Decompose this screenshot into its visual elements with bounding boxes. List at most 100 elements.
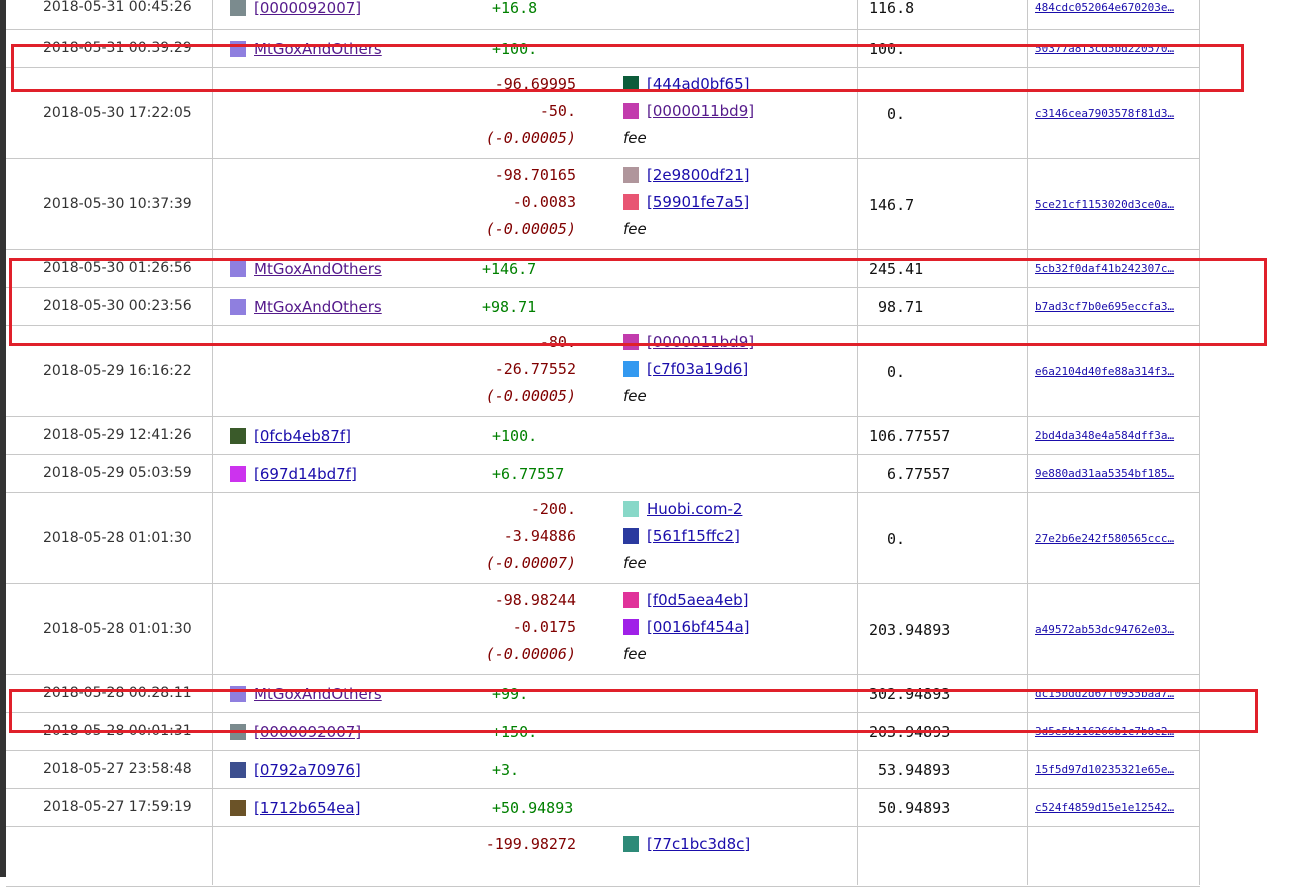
output-wallet-name[interactable]: [f0d5aea4eb] — [647, 591, 749, 609]
balance-value: 50.94893 — [878, 799, 951, 817]
wallet-link[interactable]: [0fcb4eb87f] — [230, 427, 351, 445]
output-wallet-link[interactable]: [0000011bd9] — [623, 333, 754, 351]
output-wallet-name[interactable]: [0000011bd9] — [647, 333, 754, 351]
table-row: 2018-05-28 01:01:30 -98.98244 [f0d5aea4eb]… — [6, 584, 1200, 675]
txid-link[interactable]: 50377a8f3cd5bd220570… — [1035, 42, 1174, 55]
tx-date: 2018-05-27 23:58:48 — [43, 761, 192, 777]
output-wallet-link[interactable]: [2e9800df21] — [623, 166, 750, 184]
wallet-name[interactable]: [0792a70976] — [254, 761, 361, 779]
tx-date: 2018-05-29 12:41:26 — [43, 427, 192, 443]
wallet-color-icon — [623, 103, 639, 119]
txid-link[interactable]: 2bd4da348e4a584dff3a… — [1035, 429, 1174, 442]
txid-link[interactable]: 5ce21cf1153020d3ce0a… — [1035, 198, 1174, 211]
wallet-link[interactable]: [1712b654ea] — [230, 799, 360, 817]
output-wallet-link[interactable]: [77c1bc3d8c] — [623, 835, 750, 853]
wallet-color-icon — [623, 76, 639, 92]
table-row: 2018-05-29 05:03:59 [697d14bd7f] +6.77557 6… — [6, 455, 1200, 493]
output-amount: -200. — [530, 500, 576, 518]
wallet-link[interactable]: [697d14bd7f] — [230, 465, 357, 483]
wallet-link[interactable]: MtGoxAndOthers — [230, 685, 382, 703]
tx-date: 2018-05-30 01:26:56 — [43, 260, 192, 276]
wallet-name[interactable]: [1712b654ea] — [254, 799, 360, 817]
wallet-link[interactable]: MtGoxAndOthers — [230, 40, 382, 58]
output-amount: -98.70165 — [494, 166, 576, 184]
tx-date: 2018-05-30 10:37:39 — [43, 195, 192, 212]
wallet-color-icon — [230, 428, 246, 444]
txid-link[interactable]: 9e880ad31aa5354bf185… — [1035, 467, 1174, 480]
balance-value: 0. — [887, 362, 906, 381]
wallet-name[interactable]: MtGoxAndOthers — [254, 260, 382, 278]
wallet-link[interactable]: [0792a70976] — [230, 761, 361, 779]
output-wallet-name[interactable]: [2e9800df21] — [647, 166, 750, 184]
output-wallet-link[interactable]: [561f15ffc2] — [623, 527, 740, 545]
wallet-link[interactable]: MtGoxAndOthers — [230, 260, 382, 278]
txid-link[interactable]: e6a2104d40fe88a314f3… — [1035, 365, 1174, 378]
wallet-color-icon — [230, 724, 246, 740]
balance-value: 53.94893 — [878, 761, 951, 779]
output-wallet-link[interactable]: [f0d5aea4eb] — [623, 591, 749, 609]
txid-link[interactable]: b7ad3cf7b0e695eccfa3… — [1035, 300, 1174, 313]
wallet-color-icon — [230, 686, 246, 702]
output-wallet-link[interactable]: [444ad0bf65] — [623, 75, 749, 93]
wallet-name[interactable]: MtGoxAndOthers — [254, 298, 382, 316]
txid-link[interactable]: a49572ab53dc94762e03… — [1035, 623, 1174, 636]
txid-link[interactable]: dc15bdd2d67f0935baa7… — [1035, 687, 1174, 700]
output-wallet-name[interactable]: [444ad0bf65] — [647, 75, 749, 93]
wallet-link[interactable]: [0000092007] — [230, 723, 361, 741]
output-wallet-link[interactable]: [0016bf454a] — [623, 618, 750, 636]
output-wallet-name[interactable]: [561f15ffc2] — [647, 527, 740, 545]
wallet-name[interactable]: [0000092007] — [254, 0, 361, 17]
txid-link[interactable]: 5cb32f0daf41b242307c… — [1035, 262, 1174, 275]
fee-label: fee — [623, 554, 647, 572]
output-amount: -80. — [539, 333, 576, 351]
output-wallet-name[interactable]: [c7f03a19d6] — [647, 360, 748, 378]
tx-date: 2018-05-29 16:16:22 — [43, 362, 192, 379]
output-wallet-name[interactable]: [0016bf454a] — [647, 618, 750, 636]
wallet-name[interactable]: [0000092007] — [254, 723, 361, 741]
output-amount: -0.0083 — [512, 193, 576, 211]
tx-amount: +146.7 — [482, 260, 537, 278]
tx-date: 2018-05-28 01:01:30 — [43, 529, 192, 546]
output-wallet-name[interactable]: [59901fe7a5] — [647, 193, 749, 211]
fee-amount: (-0.00005) — [485, 220, 576, 238]
tx-amount: +6.77557 — [492, 465, 565, 483]
tx-amount: +16.8 — [492, 0, 538, 17]
txid-link[interactable]: c524f4859d15e1e12542… — [1035, 801, 1174, 814]
fee-amount: (-0.00005) — [485, 129, 576, 147]
transactions-table: 2018-05-31 00:45:26 [0000092007] +16.8 116.… — [6, 0, 1200, 887]
wallet-name[interactable]: [697d14bd7f] — [254, 465, 357, 483]
wallet-name[interactable]: MtGoxAndOthers — [254, 40, 382, 58]
tx-date: 2018-05-31 00:39:29 — [43, 40, 192, 56]
output-wallet-link[interactable]: Huobi.com-2 — [623, 500, 742, 518]
output-wallet-link[interactable]: [c7f03a19d6] — [623, 360, 748, 378]
output-wallet-name[interactable]: Huobi.com-2 — [647, 500, 742, 518]
output-amount: -0.0175 — [512, 618, 576, 636]
table-row: 2018-05-30 00:23:56 MtGoxAndOthers +98.71 9… — [6, 288, 1200, 326]
table-row: 2018-05-29 12:41:26 [0fcb4eb87f] +100. 106.… — [6, 417, 1200, 455]
output-amount: -50. — [539, 102, 576, 120]
txid-link[interactable]: c3146cea7903578f81d3… — [1035, 107, 1174, 120]
table-row: 2018-05-31 00:39:29 MtGoxAndOthers +100. 10… — [6, 30, 1200, 68]
output-wallet-link[interactable]: [0000011bd9] — [623, 102, 754, 120]
table-row: 2018-05-27 23:58:48 [0792a70976] +3. 53.948… — [6, 751, 1200, 789]
balance-value: 146.7 — [869, 195, 915, 214]
wallet-link[interactable]: MtGoxAndOthers — [230, 298, 382, 316]
txid-link[interactable]: 27e2b6e242f580565ccc… — [1035, 532, 1174, 545]
wallet-name[interactable]: MtGoxAndOthers — [254, 685, 382, 703]
wallet-name[interactable]: [0fcb4eb87f] — [254, 427, 351, 445]
fee-amount: (-0.00006) — [485, 645, 576, 663]
output-wallet-name[interactable]: [77c1bc3d8c] — [647, 835, 750, 853]
txid-link[interactable]: 484cdc052064e670203e… — [1035, 1, 1174, 14]
wallet-color-icon — [230, 0, 246, 16]
txid-link[interactable]: 3d5e5b116266b1c7b8c2… — [1035, 725, 1174, 738]
table-row: 2018-05-28 00:01:31 [0000092007] +150. 203.… — [6, 713, 1200, 751]
fee-amount: (-0.00005) — [485, 387, 576, 405]
output-amount: -96.69995 — [494, 75, 576, 93]
wallet-color-icon — [230, 299, 246, 315]
txid-link[interactable]: 15f5d97d10235321e65e… — [1035, 763, 1174, 776]
wallet-color-icon — [623, 836, 639, 852]
output-wallet-link[interactable]: [59901fe7a5] — [623, 193, 749, 211]
wallet-link[interactable]: [0000092007] — [230, 0, 361, 17]
wallet-color-icon — [623, 592, 639, 608]
output-wallet-name[interactable]: [0000011bd9] — [647, 102, 754, 120]
